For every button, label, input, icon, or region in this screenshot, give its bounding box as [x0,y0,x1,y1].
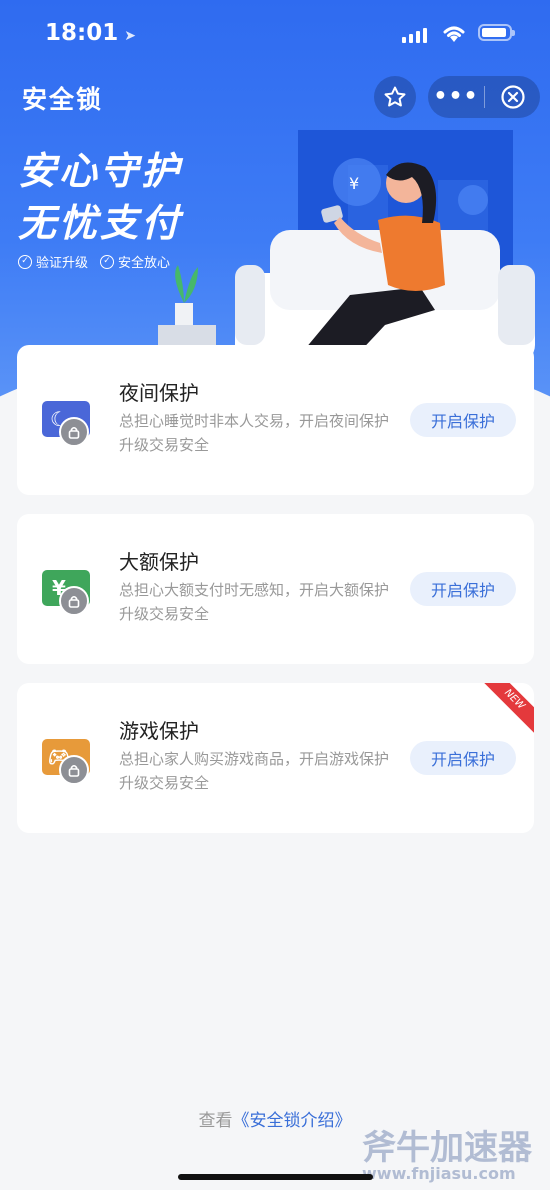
location-arrow-icon: ➤ [124,28,136,44]
slogan-line2: 无忧支付 [18,201,183,245]
tag-label: 安全放心 [118,256,171,271]
favorite-button[interactable] [374,76,416,118]
close-icon [500,85,525,109]
close-button[interactable] [485,84,540,110]
wifi-icon [443,26,465,42]
game-protection-card[interactable]: NEW 🎮︎ 游戏保护 总担心家人购买游戏商品，开启游戏保护升级交易安全 开启保… [17,683,534,833]
time-text: 18:01 [45,20,119,46]
tag-label: 验证升级 [36,256,89,271]
enable-protection-button[interactable]: 开启保护 [410,572,516,606]
footer-prefix: 查看 [198,1111,233,1131]
hero-tags: ✓ 验证升级 ✓ 安全放心 [18,252,170,271]
page-title: 安全锁 [22,85,104,114]
enable-protection-button[interactable]: 开启保护 [410,403,516,437]
new-badge: NEW [479,683,534,735]
hero-illustration: ¥ [158,130,535,355]
signal-icon [402,28,427,43]
status-time: 18:01 ➤ [45,20,136,46]
card-title: 夜间保护 [119,381,199,405]
night-protection-card[interactable]: ☾ 夜间保护 总担心睡觉时非本人交易，开启夜间保护升级交易安全 开启保护 [17,345,534,495]
mini-program-capsule: ••• [428,76,540,118]
lock-icon [59,755,89,785]
lock-icon [59,417,89,447]
card-title: 大额保护 [119,550,199,574]
security-lock-intro-link[interactable]: 《安全锁介绍》 [233,1111,352,1131]
slogan-line1: 安心守护 [18,149,183,193]
check-circle-icon: ✓ [100,254,115,269]
tag-item: ✓ 安全放心 [100,252,170,271]
card-description: 总担心家人购买游戏商品，开启游戏保护升级交易安全 [119,750,390,792]
tag-item: ✓ 验证升级 [18,252,88,271]
more-icon[interactable]: ••• [428,76,484,118]
svg-text:¥: ¥ [349,174,359,193]
large-amount-protection-card[interactable]: ¥ 大额保护 总担心大额支付时无感知，开启大额保护升级交易安全 开启保护 [17,514,534,664]
watermark-logo: 斧牛加速器 [362,1128,532,1168]
lock-icon [59,586,89,616]
card-description: 总担心睡觉时非本人交易，开启夜间保护升级交易安全 [119,412,390,454]
enable-protection-button[interactable]: 开启保护 [410,741,516,775]
check-circle-icon: ✓ [18,254,32,269]
status-bar: 18:01 ➤ [0,0,550,70]
watermark-url: www.fnjiasu.com [362,1164,516,1183]
star-icon [384,86,406,107]
home-indicator[interactable] [178,1174,373,1180]
battery-icon [478,24,515,41]
card-description: 总担心大额支付时无感知，开启大额保护升级交易安全 [119,581,390,623]
card-title: 游戏保护 [119,719,199,743]
